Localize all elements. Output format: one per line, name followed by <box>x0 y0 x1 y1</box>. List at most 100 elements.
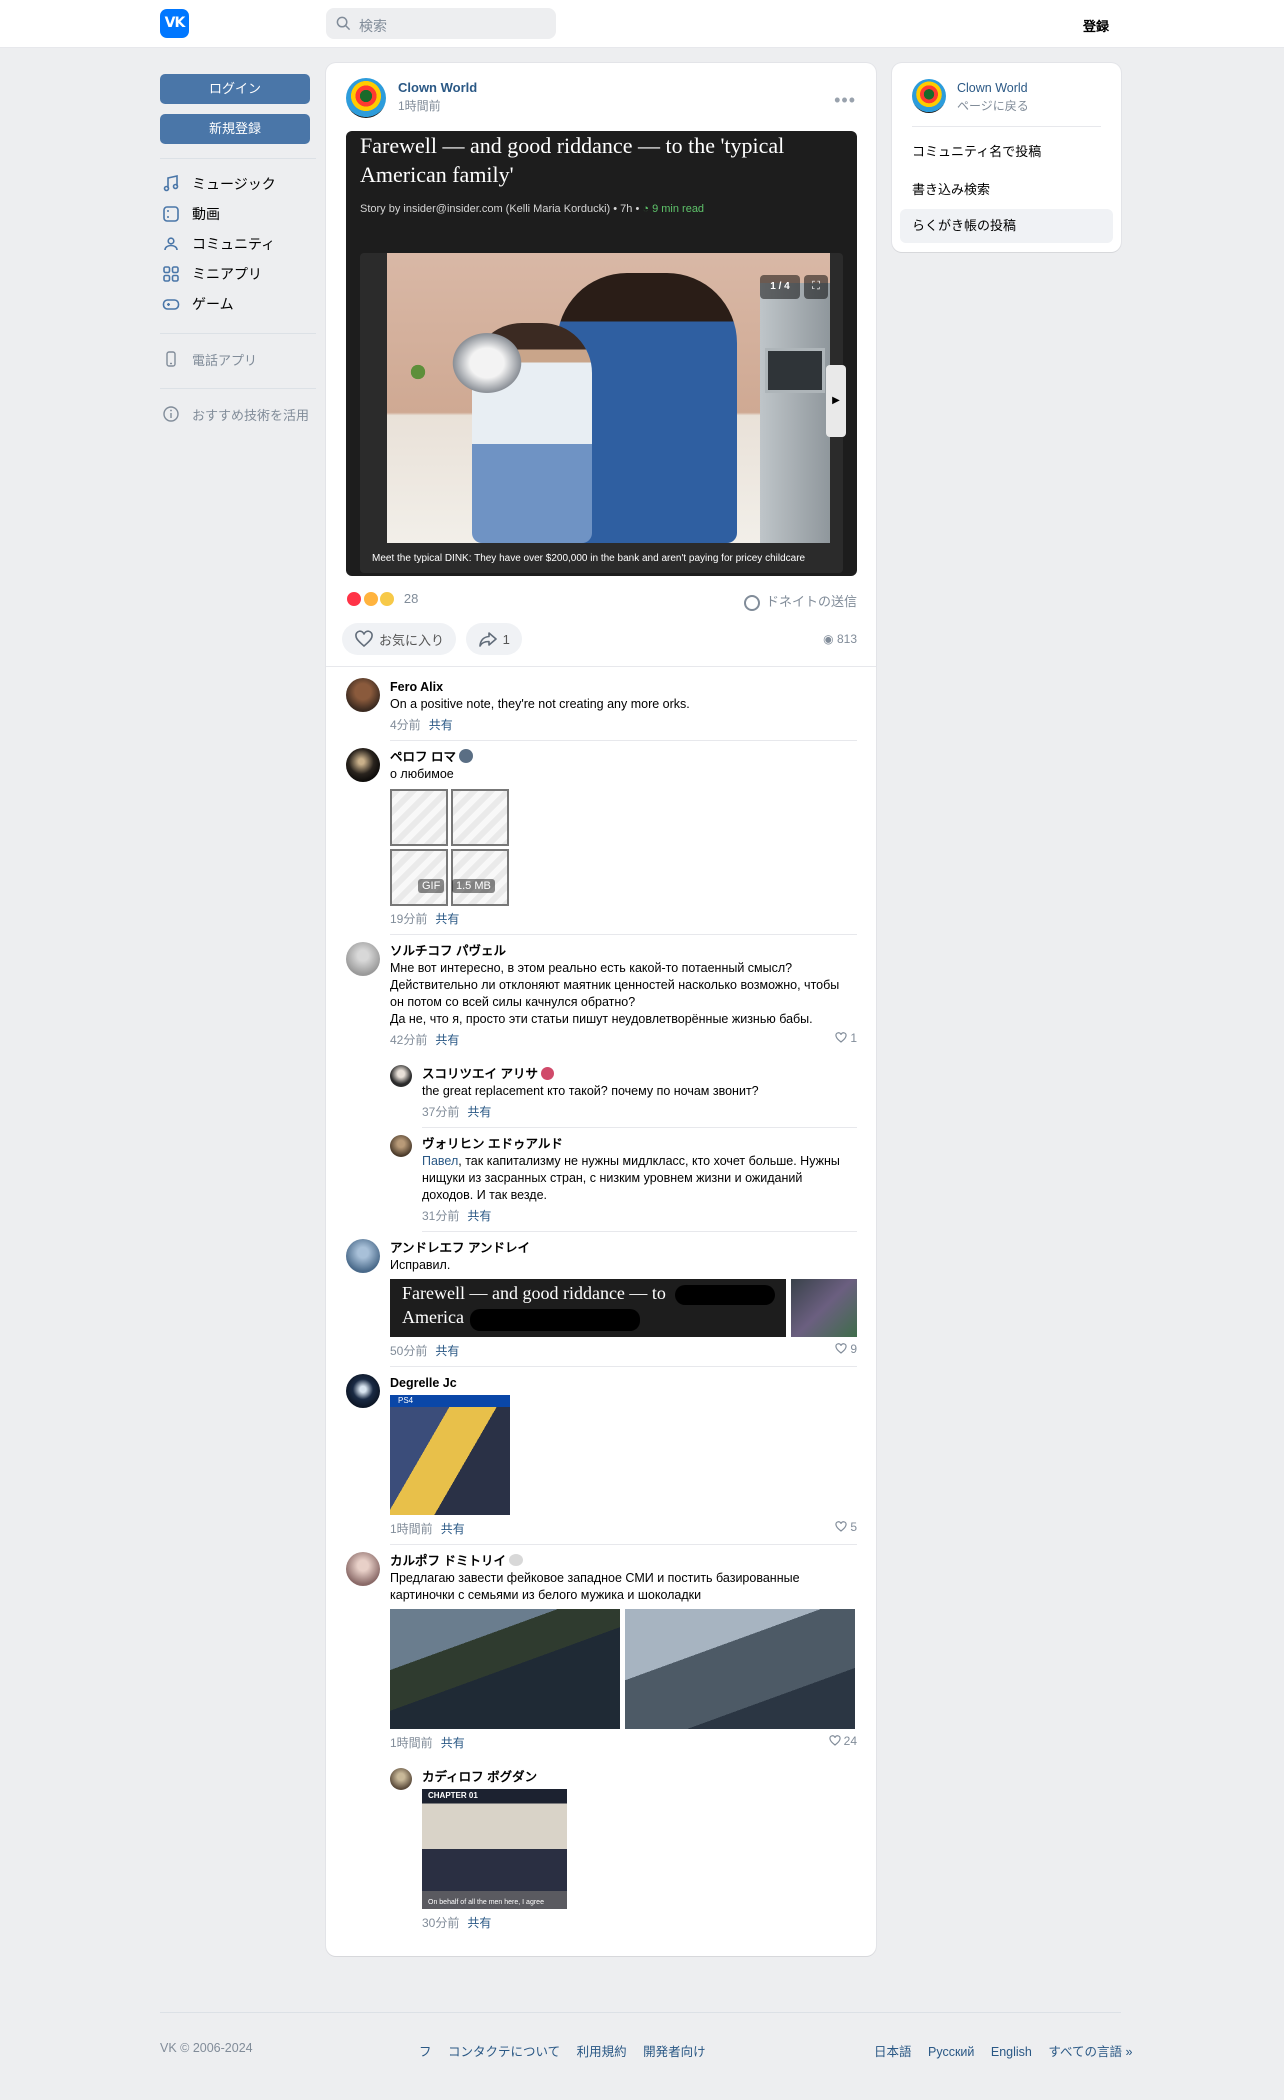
lang-english[interactable]: English <box>991 2045 1032 2059</box>
avatar[interactable] <box>390 1135 412 1157</box>
comment-author[interactable]: カディロフ ボグダン <box>422 1768 857 1786</box>
nav-item-miniapps[interactable]: ミニアプリ <box>160 259 316 289</box>
comment-author[interactable]: Fero Alix <box>390 678 857 696</box>
lang-all[interactable]: すべての言語 » <box>1048 2045 1132 2059</box>
manga-chapter-label: CHAPTER 01 <box>428 1791 478 1800</box>
gif-attachment[interactable]: GIF 1.5 MB <box>390 789 510 906</box>
donate-button[interactable]: ドネイトの送信 <box>743 591 857 611</box>
signup-link[interactable]: 登録 <box>1083 16 1109 35</box>
status-emoji-icon <box>541 1067 555 1080</box>
divider <box>160 158 316 159</box>
avatar[interactable] <box>346 1552 380 1586</box>
comment-time[interactable]: 42分前 <box>390 1033 427 1047</box>
avatar[interactable] <box>346 678 380 712</box>
post-header: Clown World 1時間前 ••• <box>346 78 856 118</box>
image-attachment[interactable] <box>791 1279 857 1337</box>
nav-item-recommend[interactable]: おすすめ技術を活用 <box>160 399 316 429</box>
comment-time[interactable]: 1時間前 <box>390 1736 433 1750</box>
comment-share-link[interactable]: 共有 <box>467 1209 491 1223</box>
reactions-count[interactable]: 28 <box>404 591 418 606</box>
register-button[interactable]: 新規登録 <box>160 114 310 144</box>
comment-author[interactable]: カルポフ ドミトリイ <box>390 1552 857 1570</box>
menu-item-wall-posts[interactable]: らくがき帳の投稿 <box>900 209 1113 243</box>
comment-author[interactable]: ヴォリヒン エドゥアルド <box>422 1135 857 1153</box>
heart-reaction-icon[interactable] <box>346 590 362 607</box>
avatar[interactable] <box>346 78 386 118</box>
comment-like-button[interactable]: 9 <box>835 1342 857 1356</box>
sad-reaction-icon[interactable] <box>379 590 396 607</box>
avatar[interactable] <box>346 1374 380 1408</box>
comment-author[interactable]: アンドレエフ アンドレイ <box>390 1239 857 1257</box>
expand-icon[interactable]: ⛶ <box>804 275 828 299</box>
comment-like-button[interactable]: 5 <box>835 1520 857 1534</box>
menu-item-community-posts[interactable]: コミュニティ名で投稿 <box>900 135 1113 169</box>
avatar[interactable] <box>346 748 380 782</box>
post-author-link[interactable]: Clown World <box>398 80 477 95</box>
comment-share-link[interactable]: 共有 <box>435 1033 459 1047</box>
search-input[interactable]: 検索 <box>326 8 556 39</box>
nav-item-community[interactable]: コミュニティ <box>160 229 316 259</box>
avatar[interactable] <box>912 79 946 113</box>
comment-share-link[interactable]: 共有 <box>435 912 459 926</box>
next-photo-arrow-icon[interactable]: ▶ <box>826 365 846 437</box>
post-time[interactable]: 1時間前 <box>398 97 441 114</box>
footer-link[interactable]: フ <box>419 2045 432 2059</box>
community-name[interactable]: Clown World <box>957 81 1028 95</box>
nav-item-music[interactable]: ミュージック <box>160 169 316 199</box>
comment-like-button[interactable]: 24 <box>829 1734 857 1748</box>
comment-share-link[interactable]: 共有 <box>435 1344 459 1358</box>
image-attachment[interactable] <box>390 1609 620 1729</box>
image-attachment[interactable]: Farewell — and good riddance — to Americ… <box>390 1279 786 1337</box>
comment-time[interactable]: 4分前 <box>390 718 421 732</box>
nav-item-video[interactable]: 動画 <box>160 199 316 229</box>
avatar[interactable] <box>346 942 380 976</box>
vk-logo-icon[interactable]: VK <box>160 9 189 38</box>
comment-share-link[interactable]: 共有 <box>441 1736 465 1750</box>
comment-share-link[interactable]: 共有 <box>467 1105 491 1119</box>
reactions-row: 28 ドネイトの送信 <box>346 590 857 611</box>
like-button[interactable]: お気に入り <box>342 623 457 655</box>
phone-icon <box>166 351 176 367</box>
comment-item: Degrelle Jc PS4 1時間前 共有 5 <box>346 1374 857 1545</box>
footer-link-developers[interactable]: 開発者向け <box>643 2045 706 2059</box>
comment-share-link[interactable]: 共有 <box>467 1916 491 1930</box>
comment-time[interactable]: 37分前 <box>422 1105 459 1119</box>
footer-link-terms[interactable]: 利用規約 <box>577 2045 627 2059</box>
nav-item-phone-app[interactable]: 電話アプリ <box>160 344 316 374</box>
mention-link[interactable]: Павел <box>422 1154 458 1168</box>
share-button[interactable]: 1 <box>465 623 522 655</box>
login-button[interactable]: ログイン <box>160 74 310 104</box>
lang-japanese[interactable]: 日本語 <box>874 2045 912 2059</box>
lang-russian[interactable]: Русский <box>928 2045 974 2059</box>
comment-like-button[interactable]: 1 <box>835 1031 857 1045</box>
image-attachment[interactable]: CHAPTER 01 On behalf of all the men here… <box>422 1789 567 1909</box>
gif-frame <box>390 849 448 906</box>
image-attachment[interactable] <box>625 1609 855 1729</box>
comment-author[interactable]: スコリツエイ アリサ <box>422 1065 857 1083</box>
comment-time[interactable]: 31分前 <box>422 1209 459 1223</box>
nav-item-games[interactable]: ゲーム <box>160 289 316 319</box>
redaction-scribble <box>470 1309 640 1331</box>
comment-share-link[interactable]: 共有 <box>441 1522 465 1536</box>
comment-time[interactable]: 19分前 <box>390 912 427 926</box>
avatar[interactable] <box>390 1065 412 1087</box>
image-attachment[interactable]: PS4 <box>390 1395 510 1515</box>
comment-author[interactable]: Degrelle Jc <box>390 1374 857 1392</box>
comment-time[interactable]: 1時間前 <box>390 1522 433 1536</box>
laugh-reaction-icon[interactable] <box>362 590 379 607</box>
avatar[interactable] <box>390 1768 412 1790</box>
article-attachment[interactable]: Farewell — and good riddance — to the 't… <box>346 131 857 576</box>
comment-time[interactable]: 50分前 <box>390 1344 427 1358</box>
avatar[interactable] <box>346 1239 380 1273</box>
comment-time[interactable]: 30分前 <box>422 1916 459 1930</box>
comment-share-link[interactable]: 共有 <box>429 718 453 732</box>
menu-item-search-posts[interactable]: 書き込み検索 <box>900 173 1113 207</box>
donate-label: ドネイトの送信 <box>765 594 857 609</box>
back-to-page-link[interactable]: ページに戻る <box>957 97 1029 114</box>
comment-text-line: Павел, так капитализму не нужны мидлклас… <box>422 1153 857 1170</box>
comment-author[interactable]: ソルチコフ パヴェル <box>390 942 857 960</box>
more-options-icon[interactable]: ••• <box>834 90 856 111</box>
comments-list: Fero Alix On a positive note, they're no… <box>346 678 857 1945</box>
footer-link-about[interactable]: コンタクテについて <box>448 2045 560 2059</box>
comment-author[interactable]: ペロフ ロマ <box>390 748 857 766</box>
